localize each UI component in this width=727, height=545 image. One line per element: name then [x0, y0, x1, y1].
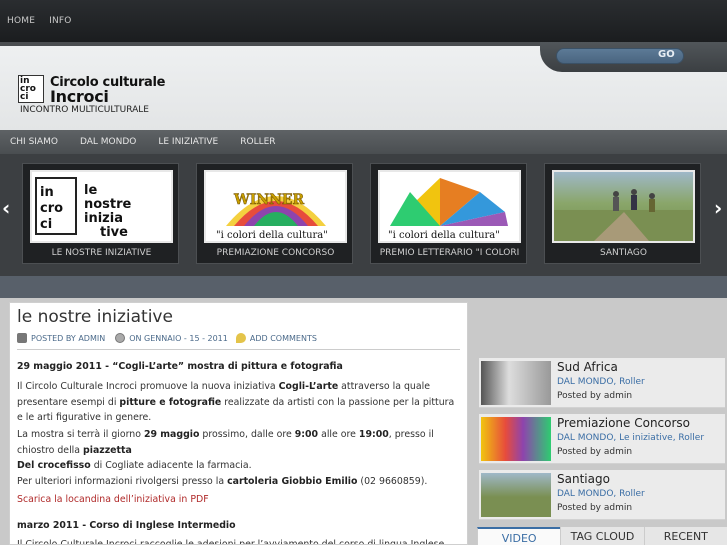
- slide-caption: SANTIAGO: [600, 248, 647, 258]
- sidebar-post-author: Posted by admin: [557, 447, 633, 457]
- sidebar-post[interactable]: Premiazione Concorso DAL MONDO, Le inizi…: [479, 414, 725, 464]
- paragraph: Il Circolo Culturale Incroci promuove la…: [17, 381, 455, 423]
- slider-prev-icon[interactable]: ‹: [2, 196, 10, 220]
- paragraph: La mostra si terrà il giorno 29 maggio p…: [17, 429, 434, 471]
- logo-line2: Incroci: [50, 87, 109, 106]
- slide-caption: PREMIAZIONE CONCORSO: [216, 248, 335, 258]
- sidebar-post-author: Posted by admin: [557, 391, 633, 401]
- clock-icon: [115, 333, 126, 343]
- site-tagline: INCONTRO MULTICULTURALE: [20, 105, 149, 115]
- sidebar-tabs: VIDEO TAG CLOUD RECENT: [477, 527, 727, 545]
- post-meta: POSTED BY ADMIN ON GENNAIO - 15 - 2011 A…: [17, 333, 317, 343]
- post-author[interactable]: POSTED BY ADMIN: [31, 334, 105, 343]
- sidebar: Sud Africa DAL MONDO, Roller Posted by a…: [477, 302, 727, 545]
- slide-image: WINNER "i colori della cultura": [204, 170, 347, 243]
- author-icon: [17, 333, 27, 343]
- svg-text:cro: cro: [40, 201, 63, 216]
- nav-le-iniziative[interactable]: LE INIZIATIVE: [158, 137, 218, 147]
- svg-text:"i colori della cultura": "i colori della cultura": [388, 230, 500, 241]
- sidebar-post-title[interactable]: Sud Africa: [557, 360, 618, 374]
- svg-text:le: le: [84, 183, 97, 198]
- logo-mark: in cro ci: [18, 75, 44, 103]
- main-nav: CHI SIAMO DAL MONDO LE INIZIATIVE ROLLER: [0, 130, 727, 154]
- paragraph: Il Circolo Culturale Incroci raccoglie l…: [17, 539, 445, 545]
- pdf-download-link[interactable]: Scarica la locandina dell’iniziativa in …: [17, 492, 463, 508]
- svg-text:inizia: inizia: [84, 211, 123, 226]
- sidebar-post[interactable]: Santiago DAL MONDO, Roller Posted by adm…: [479, 470, 725, 520]
- slide-image: "i colori della cultura": [378, 170, 521, 243]
- svg-text:WINNER: WINNER: [233, 192, 305, 208]
- slider-next-icon[interactable]: ›: [714, 196, 722, 220]
- sidebar-post-categories[interactable]: DAL MONDO, Le iniziative, Roller: [557, 433, 704, 443]
- section-heading: 29 maggio 2011 - “Cogli-L’arte” mostra d…: [17, 361, 343, 372]
- post-thumbnail: [481, 473, 551, 517]
- post-title[interactable]: le nostre iniziative: [17, 307, 173, 327]
- post-thumbnail: [481, 417, 551, 461]
- divider-band: [0, 276, 727, 298]
- slide-caption: PREMIO LETTERARIO "I COLORI: [379, 248, 520, 258]
- slide-item[interactable]: in cro ci le nostre inizia tive LE NOSTR…: [22, 163, 179, 264]
- search-go-button[interactable]: GO: [658, 49, 675, 60]
- top-bar: HOME INFO: [0, 0, 727, 42]
- sidebar-post-categories[interactable]: DAL MONDO, Roller: [557, 377, 645, 387]
- slide-image: in cro ci le nostre inizia tive: [30, 170, 173, 243]
- slide-image: [552, 170, 695, 243]
- svg-text:tive: tive: [100, 225, 128, 240]
- svg-text:nostre: nostre: [84, 197, 132, 212]
- slide-item[interactable]: WINNER "i colori della cultura" PREMIAZI…: [196, 163, 353, 264]
- tab-recent[interactable]: RECENT: [643, 527, 727, 545]
- sidebar-post-title[interactable]: Premiazione Concorso: [557, 416, 690, 430]
- post-date: ON GENNAIO - 15 - 2011: [129, 333, 228, 343]
- nav-chi-siamo[interactable]: CHI SIAMO: [10, 137, 58, 147]
- sidebar-post-title[interactable]: Santiago: [557, 472, 610, 486]
- add-comments-link[interactable]: ADD COMMENTS: [250, 334, 317, 343]
- sidebar-post-author: Posted by admin: [557, 503, 633, 513]
- slide-item[interactable]: "i colori della cultura" PREMIO LETTERAR…: [370, 163, 527, 264]
- nav-roller[interactable]: ROLLER: [240, 137, 275, 147]
- site-logo[interactable]: in cro ci Circolo culturale Incroci: [18, 72, 168, 106]
- slide-item[interactable]: SANTIAGO: [544, 163, 701, 264]
- nav-dal-mondo[interactable]: DAL MONDO: [80, 137, 136, 147]
- slide-caption: LE NOSTRE INIZIATIVE: [51, 248, 152, 258]
- post-thumbnail: [481, 361, 551, 405]
- meta-divider: [17, 349, 460, 350]
- post-content: le nostre iniziative POSTED BY ADMIN ON …: [9, 302, 468, 545]
- section-heading: marzo 2011 - Corso di Inglese Intermedio: [17, 520, 236, 531]
- comment-icon: [235, 333, 246, 343]
- top-nav: HOME INFO: [7, 16, 72, 26]
- svg-text:ci: ci: [40, 217, 52, 232]
- nav-home-link[interactable]: HOME: [7, 16, 35, 26]
- nav-info-link[interactable]: INFO: [49, 16, 71, 26]
- tab-video[interactable]: VIDEO: [477, 527, 561, 545]
- svg-text:in: in: [40, 185, 54, 200]
- paragraph: Per ulteriori informazioni rivolgersi pr…: [17, 476, 428, 487]
- svg-text:"i colori della cultura": "i colori della cultura": [216, 230, 328, 241]
- featured-slider: in cro ci le nostre inizia tive LE NOSTR…: [0, 154, 727, 276]
- tab-tag-cloud[interactable]: TAG CLOUD: [560, 527, 644, 545]
- sidebar-post-categories[interactable]: DAL MONDO, Roller: [557, 489, 645, 499]
- sidebar-post[interactable]: Sud Africa DAL MONDO, Roller Posted by a…: [479, 358, 725, 408]
